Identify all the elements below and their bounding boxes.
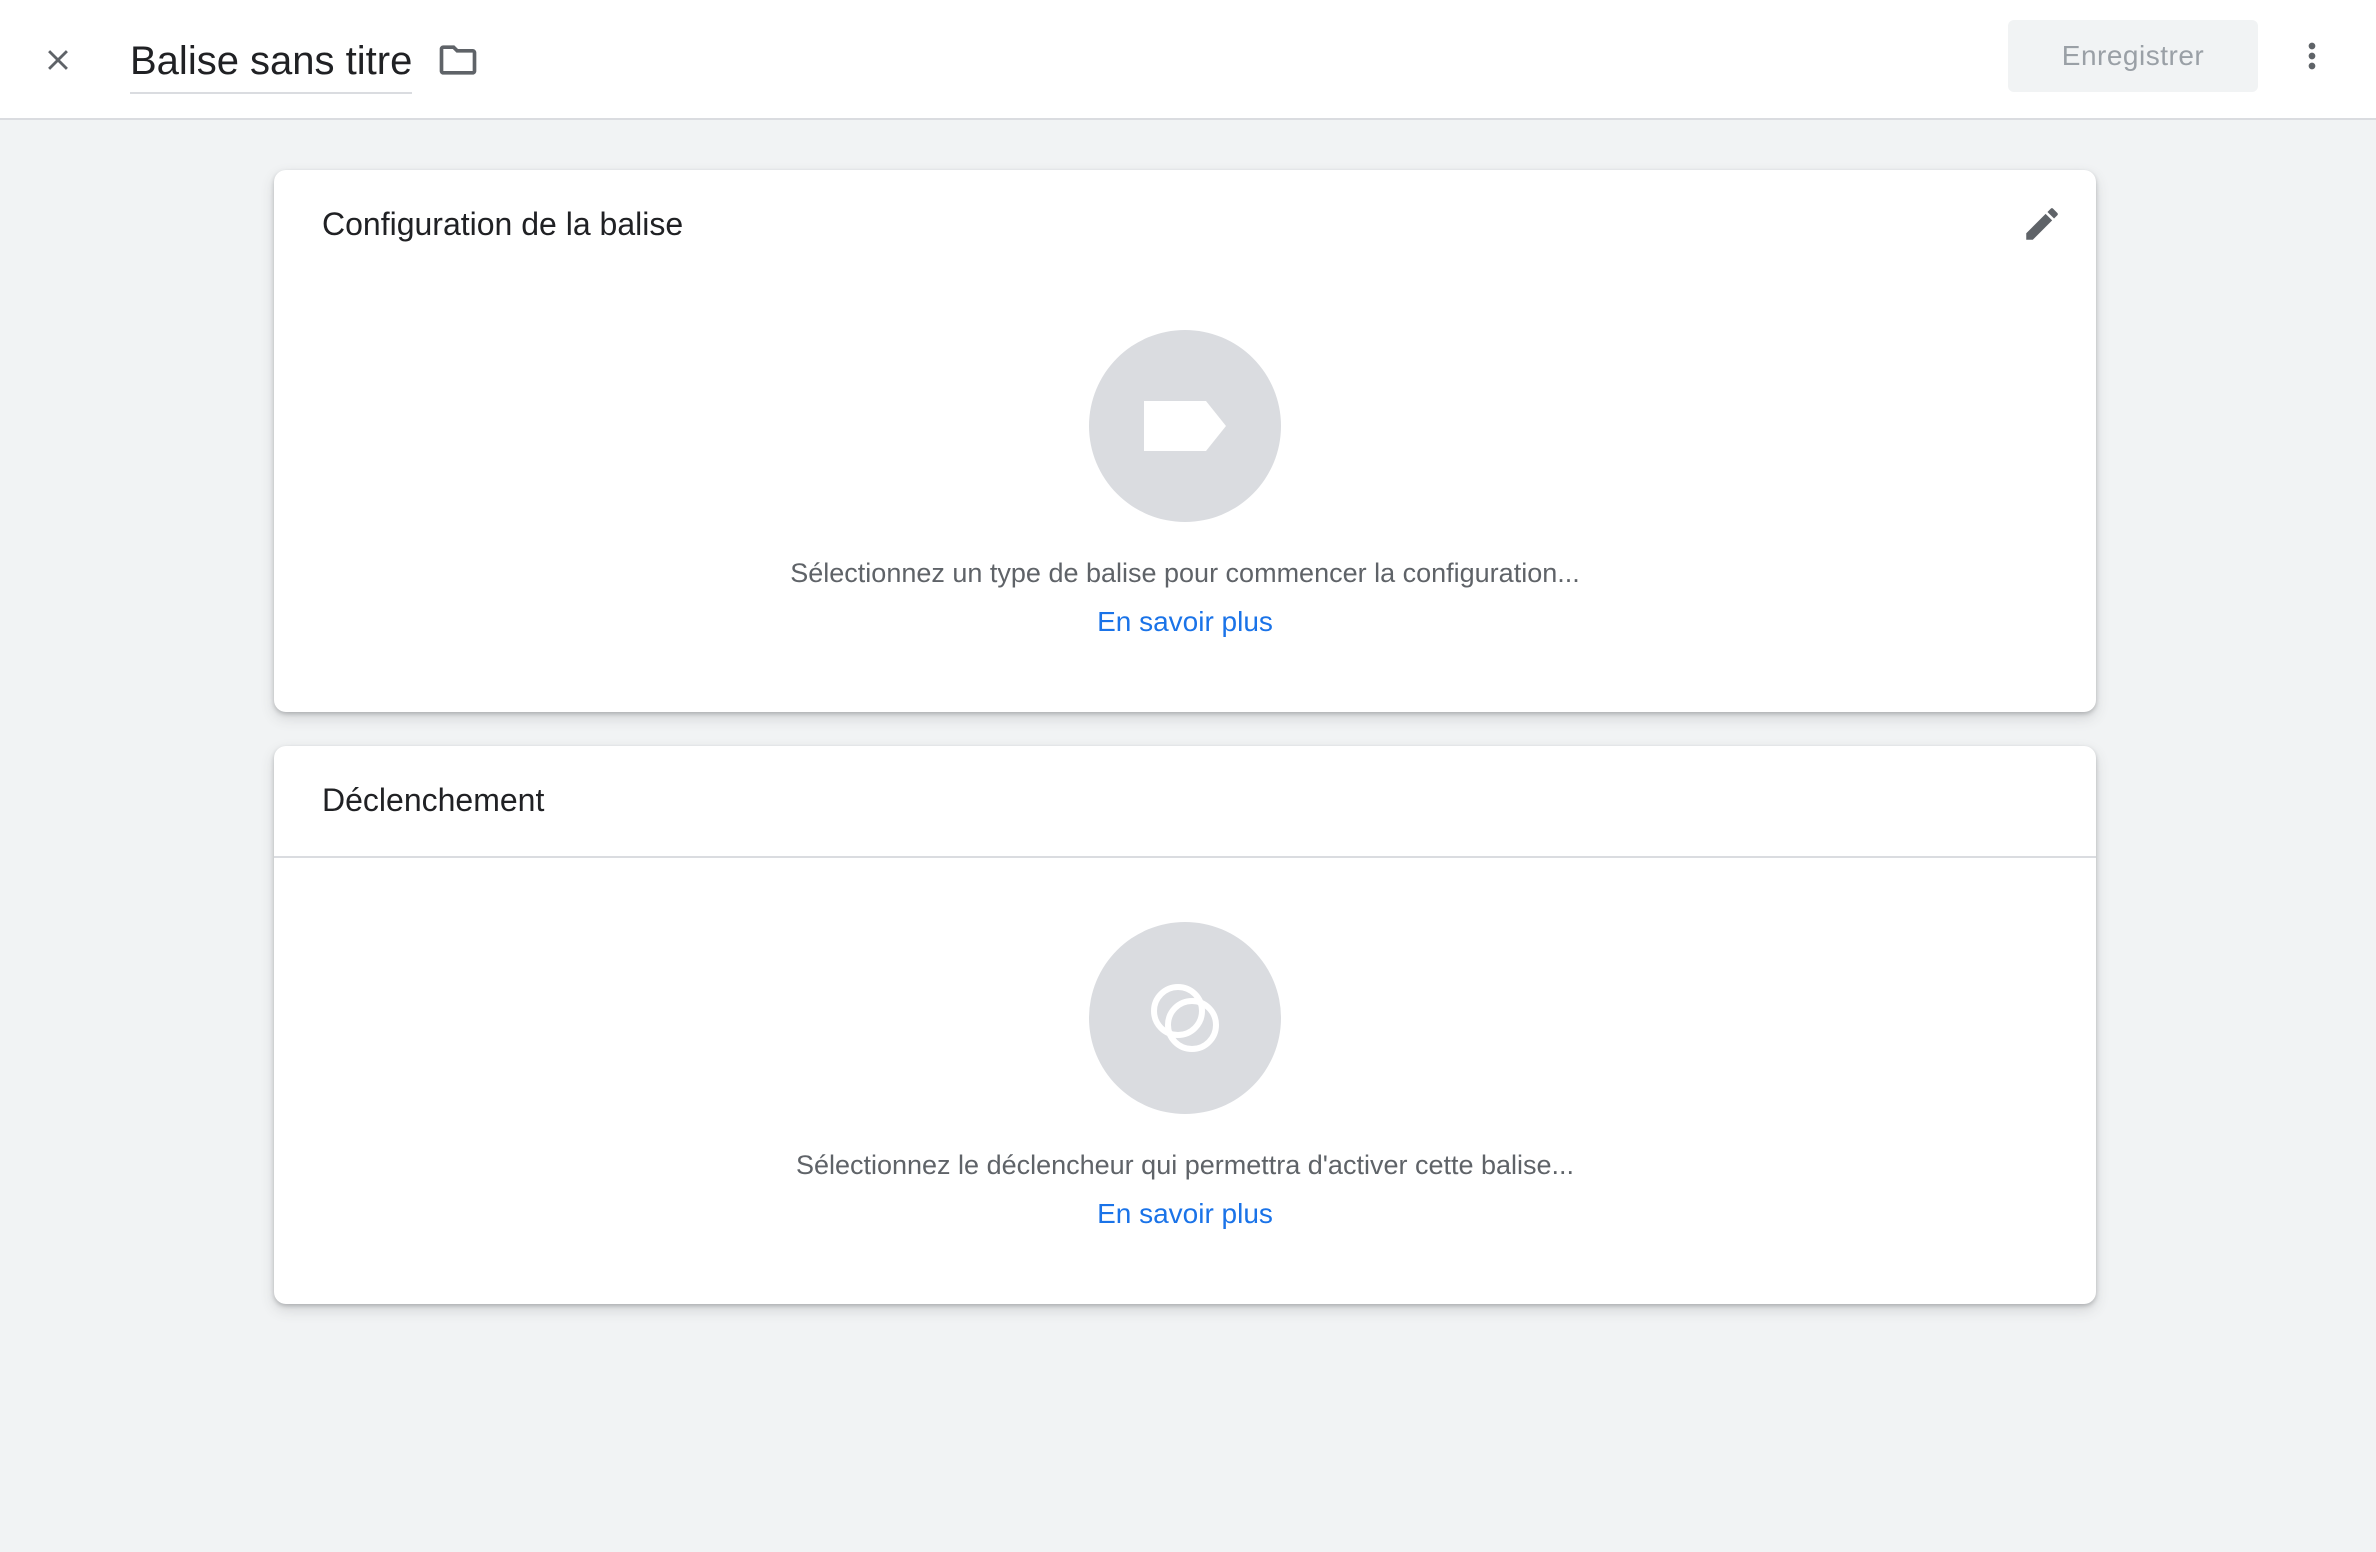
triggering-hint: Sélectionnez le déclencheur qui permettr… — [795, 1150, 1575, 1180]
tag-icon — [1144, 401, 1226, 451]
tag-configuration-title: Configuration de la balise — [322, 206, 684, 242]
triggering-card[interactable]: Déclenchement Sélectionnez le déclencheu… — [274, 746, 2096, 1304]
tag-name-field[interactable]: Balise sans titre — [130, 30, 413, 94]
folder-button[interactable] — [430, 32, 486, 88]
learn-more-link[interactable]: En savoir plus — [1097, 606, 1273, 637]
pencil-icon — [2026, 208, 2058, 240]
top-bar: Balise sans titre Enregistrer — [0, 0, 2376, 120]
tag-type-placeholder[interactable] — [1089, 330, 1281, 522]
learn-more-link[interactable]: En savoir plus — [1097, 1198, 1273, 1229]
trigger-placeholder[interactable] — [1089, 922, 1281, 1114]
save-button[interactable]: Enregistrer — [2008, 20, 2258, 92]
close-button[interactable] — [28, 30, 88, 90]
trigger-icon — [1151, 984, 1219, 1052]
triggering-title: Déclenchement — [322, 782, 545, 818]
tag-configuration-card[interactable]: Configuration de la balise Sélectionnez … — [274, 170, 2096, 712]
edit-button[interactable] — [2012, 194, 2072, 254]
folder-icon — [439, 45, 477, 75]
more-options-button[interactable] — [2284, 28, 2340, 84]
more-vert-icon — [2308, 42, 2316, 70]
divider — [274, 856, 2096, 858]
tag-configuration-hint: Sélectionnez un type de balise pour comm… — [790, 558, 1580, 588]
close-icon — [48, 50, 68, 70]
page-title[interactable]: Balise sans titre — [130, 39, 412, 84]
